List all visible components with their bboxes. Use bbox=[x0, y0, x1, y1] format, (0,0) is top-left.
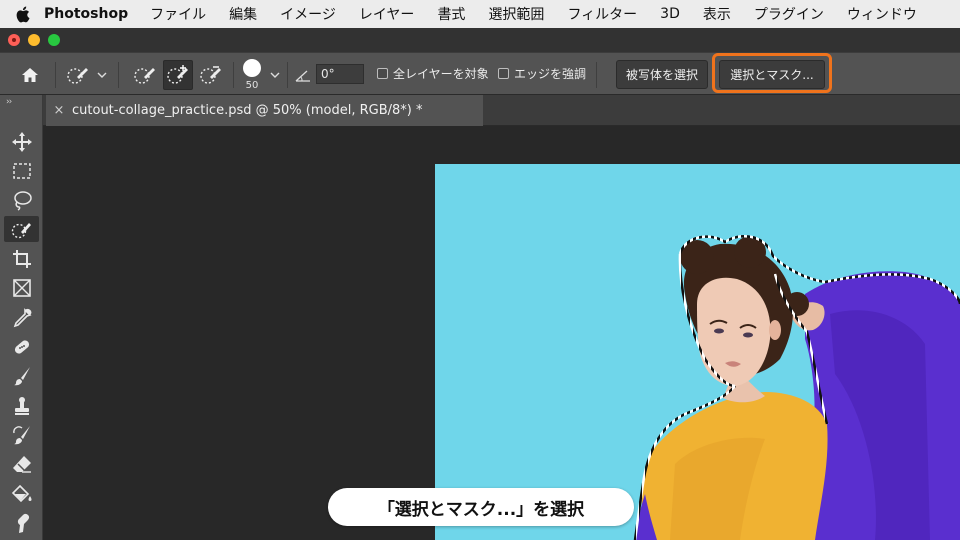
menu-layer[interactable]: レイヤー bbox=[359, 4, 415, 24]
eraser-icon bbox=[12, 456, 31, 473]
frame-icon bbox=[12, 279, 31, 297]
auto-enhance-checkbox[interactable] bbox=[498, 68, 509, 79]
marquee-icon bbox=[12, 163, 31, 179]
rectangular-marquee-tool[interactable] bbox=[4, 158, 39, 184]
menu-file[interactable]: ファイル bbox=[150, 4, 206, 24]
add-to-selection-button[interactable] bbox=[163, 60, 193, 90]
menu-3d[interactable]: 3D bbox=[660, 6, 680, 22]
quick-selection-tool[interactable] bbox=[4, 216, 39, 242]
quick-selection-icon bbox=[67, 68, 88, 84]
select-subject-button[interactable]: 被写体を選択 bbox=[616, 60, 708, 89]
new-selection-button[interactable] bbox=[130, 61, 160, 89]
add-to-selection-icon bbox=[167, 65, 188, 84]
app-name-menu[interactable]: Photoshop bbox=[44, 6, 128, 22]
toolbar-collapse-toggle[interactable]: ›› bbox=[6, 97, 12, 107]
sample-all-layers-label: 全レイヤーを対象 bbox=[393, 67, 489, 81]
brush-tip-icon bbox=[243, 59, 261, 77]
move-icon bbox=[11, 132, 32, 152]
brush-picker[interactable] bbox=[242, 58, 262, 78]
select-and-mask-highlight bbox=[712, 53, 832, 93]
eraser-tool[interactable] bbox=[4, 451, 39, 477]
model-photo bbox=[633, 235, 960, 540]
tutorial-caption: 「選択とマスク...」を選択 bbox=[328, 488, 634, 526]
document-tab-title: cutout-collage_practice.psd @ 50% (model… bbox=[72, 103, 423, 118]
canvas-area[interactable] bbox=[43, 126, 960, 540]
menu-image[interactable]: イメージ bbox=[280, 4, 336, 24]
menu-type[interactable]: 書式 bbox=[437, 4, 465, 24]
angle-icon bbox=[294, 66, 312, 84]
lasso-icon bbox=[13, 191, 32, 211]
photoshop-window: Photoshop ファイル 編集 イメージ レイヤー 書式 選択範囲 フィルタ… bbox=[0, 0, 960, 540]
smudge-tool[interactable] bbox=[4, 510, 39, 536]
chevron-down-icon bbox=[97, 72, 107, 78]
new-selection-icon bbox=[134, 68, 155, 84]
document-tab[interactable]: × cutout-collage_practice.psd @ 50% (mod… bbox=[46, 95, 483, 126]
crop-tool[interactable] bbox=[4, 246, 39, 272]
brush-size-value: 50 bbox=[245, 80, 259, 91]
paint-bucket-tool[interactable] bbox=[4, 481, 39, 507]
window-titlebar bbox=[0, 28, 960, 52]
menu-plugins[interactable]: プラグイン bbox=[754, 4, 824, 24]
document-canvas-image[interactable] bbox=[435, 164, 960, 540]
clone-stamp-tool[interactable] bbox=[4, 393, 39, 419]
preset-dropdown-chevron[interactable] bbox=[95, 65, 109, 85]
brush-dropdown-chevron[interactable] bbox=[268, 65, 282, 85]
crop-icon bbox=[12, 250, 31, 268]
home-icon bbox=[22, 68, 38, 82]
menu-filter[interactable]: フィルター bbox=[567, 4, 637, 24]
clone-stamp-icon bbox=[14, 397, 29, 415]
tool-preset-picker[interactable] bbox=[63, 62, 93, 88]
close-tab-icon[interactable]: × bbox=[46, 103, 72, 118]
subtract-from-selection-icon bbox=[200, 66, 221, 84]
document-tab-bar: × cutout-collage_practice.psd @ 50% (mod… bbox=[43, 95, 960, 126]
smudge-icon bbox=[17, 513, 29, 533]
brush-tool[interactable] bbox=[4, 363, 39, 389]
sample-all-layers-checkbox[interactable] bbox=[377, 68, 388, 79]
zoom-window-button[interactable] bbox=[48, 34, 60, 46]
subtract-from-selection-button[interactable] bbox=[196, 61, 226, 89]
frame-tool[interactable] bbox=[4, 275, 39, 301]
menu-view[interactable]: 表示 bbox=[703, 4, 731, 24]
healing-brush-icon bbox=[14, 340, 29, 354]
apple-icon[interactable] bbox=[0, 0, 44, 28]
brush-icon bbox=[13, 367, 30, 386]
close-window-button[interactable] bbox=[8, 34, 20, 46]
minimize-window-button[interactable] bbox=[28, 34, 40, 46]
quick-selection-icon bbox=[11, 223, 31, 239]
lasso-tool[interactable] bbox=[4, 187, 39, 213]
history-brush-tool[interactable] bbox=[4, 422, 39, 448]
home-button[interactable] bbox=[14, 62, 46, 88]
menu-bar: Photoshop ファイル 編集 イメージ レイヤー 書式 選択範囲 フィルタ… bbox=[0, 0, 960, 28]
history-brush-icon bbox=[12, 426, 30, 445]
chevron-down-icon bbox=[270, 72, 280, 78]
auto-enhance-label: エッジを強調 bbox=[514, 67, 587, 81]
menu-window[interactable]: ウィンドウ bbox=[847, 4, 917, 24]
spot-healing-brush-tool[interactable] bbox=[4, 334, 39, 360]
menu-select[interactable]: 選択範囲 bbox=[488, 4, 544, 24]
tools-panel: ›› bbox=[0, 95, 43, 540]
eyedropper-tool[interactable] bbox=[4, 305, 39, 331]
eyedropper-icon bbox=[13, 308, 31, 328]
menu-edit[interactable]: 編集 bbox=[229, 4, 257, 24]
move-tool[interactable] bbox=[4, 129, 39, 155]
paint-bucket-icon bbox=[11, 484, 31, 503]
angle-input[interactable]: 0° bbox=[316, 64, 364, 84]
